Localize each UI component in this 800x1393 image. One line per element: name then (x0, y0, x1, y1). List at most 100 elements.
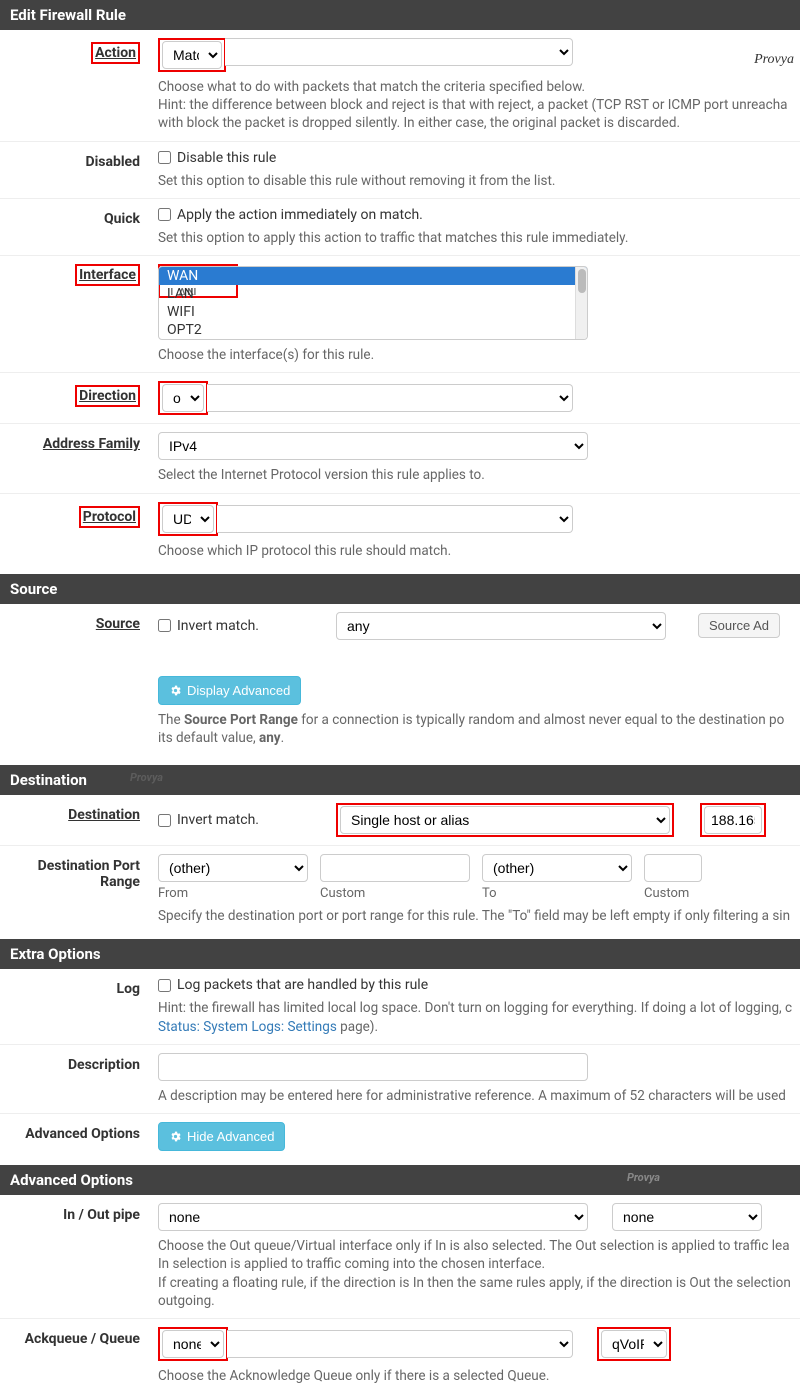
label-quick: Quick (104, 211, 140, 227)
dest-address-input[interactable] (704, 806, 762, 834)
label-ackqueue: Ackqueue / Queue (25, 1331, 140, 1347)
help-disabled: Set this option to disable this rule wit… (158, 172, 800, 190)
dest-to-custom-label: Custom (644, 886, 702, 901)
source-invert-checkbox[interactable] (158, 619, 171, 632)
help-interface: Choose the interface(s) for this rule. (158, 346, 800, 364)
help-dest-port: Specify the destination port or port ran… (158, 907, 800, 925)
row-interface: Interface WAN LAN WAN LAN WIFI OPT2 Choo… (0, 256, 800, 373)
label-destination: Destination (68, 807, 140, 823)
row-addrfam: Address Family IPv4 Select the Internet … (0, 424, 800, 493)
scrollbar[interactable] (575, 267, 587, 339)
label-dest-port: Destination Port Range (38, 858, 140, 890)
row-action: Action Match Choose what to do with pack… (0, 30, 800, 142)
row-destination: Destination Invert match. Single host or… (0, 795, 800, 846)
row-advopt: Advanced Options Hide Advanced (0, 1114, 800, 1165)
dest-from-custom-input[interactable] (320, 854, 470, 882)
gear-icon (169, 684, 182, 697)
help-log: Hint: the firewall has limited local log… (158, 999, 800, 1035)
interface-opt-opt2[interactable]: OPT2 (159, 321, 587, 339)
dest-to-custom-input[interactable] (644, 854, 702, 882)
dest-from-custom-label: Custom (320, 886, 470, 901)
addrfam-select[interactable]: IPv4 (158, 432, 588, 460)
row-log: Log Log packets that are handled by this… (0, 969, 800, 1044)
panel-header-destination: Destination Provya (0, 765, 800, 795)
help-action: Choose what to do with packets that matc… (158, 78, 800, 133)
panel-header-edit-rule: Edit Firewall Rule (0, 0, 800, 30)
label-action: Action (95, 45, 136, 61)
dest-to-select[interactable]: (other) (482, 854, 632, 882)
interface-opt-lan2[interactable]: LAN (159, 285, 587, 303)
quick-cb-label: Apply the action immediately on match. (177, 207, 423, 223)
help-ackqueue: Choose the Acknowledge Queue only if the… (158, 1367, 800, 1385)
hide-advanced-label: Hide Advanced (187, 1129, 274, 1144)
log-checkbox[interactable] (158, 979, 171, 992)
row-ackqueue: Ackqueue / Queue none qVoIP Choose the A… (0, 1319, 800, 1393)
syslog-link[interactable]: Status: System Logs: Settings (158, 1019, 337, 1035)
panel-header-source: Source (0, 574, 800, 604)
watermark-adv: Provya (627, 1171, 660, 1184)
disabled-cb-label: Disable this rule (177, 150, 276, 166)
dest-to-label: To (482, 886, 632, 901)
display-advanced-button[interactable]: Display Advanced (158, 676, 301, 705)
dest-type-select[interactable]: Single host or alias (340, 806, 670, 834)
label-protocol: Protocol (83, 509, 136, 525)
direction-select-ext[interactable] (207, 384, 573, 412)
label-pipe: In / Out pipe (63, 1207, 140, 1223)
row-direction: Direction out (0, 373, 800, 424)
quick-checkbox[interactable] (158, 208, 171, 221)
pipe-out-select[interactable]: none (612, 1203, 762, 1231)
dest-from-select[interactable]: (other) (158, 854, 308, 882)
ackqueue-select[interactable]: none (162, 1330, 224, 1358)
log-cb-label: Log packets that are handled by this rul… (177, 977, 428, 993)
source-title: Source (10, 580, 57, 598)
panel-title: Edit Firewall Rule (10, 6, 126, 24)
display-advanced-label: Display Advanced (187, 683, 290, 698)
ackqueue-select-ext[interactable] (227, 1330, 573, 1358)
hide-advanced-button[interactable]: Hide Advanced (158, 1122, 285, 1151)
dest-title: Destination (10, 771, 87, 789)
action-select[interactable]: Match (162, 41, 222, 69)
disabled-checkbox[interactable] (158, 151, 171, 164)
label-description: Description (68, 1057, 140, 1073)
interface-opt-wan2[interactable]: WAN (159, 267, 587, 285)
row-dest-port: Destination Port Range (other) From Cust… (0, 846, 800, 939)
help-quick: Set this option to apply this action to … (158, 229, 800, 247)
row-source: Source Invert match. any Source Ad Displ… (0, 604, 800, 765)
dest-invert-label: Invert match. (177, 812, 259, 828)
advanced-title: Advanced Options (10, 1171, 133, 1189)
help-protocol: Choose which IP protocol this rule shoul… (158, 542, 800, 560)
interface-multiselect[interactable]: WAN LAN WIFI OPT2 (158, 266, 588, 340)
interface-opt-wifi[interactable]: WIFI (159, 303, 587, 321)
queue-select[interactable]: qVoIP (601, 1330, 667, 1358)
extra-title: Extra Options (10, 945, 101, 963)
row-disabled: Disabled Disable this rule Set this opti… (0, 142, 800, 199)
gear-icon (169, 1130, 182, 1143)
dest-from-label: From (158, 886, 308, 901)
pipe-in-select[interactable]: none (158, 1203, 588, 1231)
dest-invert-checkbox[interactable] (158, 814, 171, 827)
direction-select[interactable]: out (162, 384, 204, 412)
panel-header-extra: Extra Options (0, 939, 800, 969)
label-disabled: Disabled (85, 154, 140, 170)
label-source: Source (96, 616, 140, 632)
source-type-select[interactable]: any (336, 612, 666, 640)
help-source: The Source Port Range for a connection i… (158, 711, 800, 747)
row-pipe: In / Out pipe none none Choose the Out q… (0, 1195, 800, 1319)
action-select-ext[interactable] (225, 38, 573, 66)
label-direction: Direction (79, 388, 136, 404)
help-pipe: Choose the Out queue/Virtual interface o… (158, 1237, 800, 1310)
label-log: Log (117, 981, 140, 997)
watermark: Provya (754, 52, 794, 68)
description-input[interactable] (158, 1053, 588, 1081)
protocol-select-ext[interactable] (217, 505, 573, 533)
row-description: Description A description may be entered… (0, 1045, 800, 1114)
source-invert-label: Invert match. (177, 618, 259, 634)
protocol-select[interactable]: UDP (162, 505, 214, 533)
label-advopt: Advanced Options (25, 1126, 140, 1142)
source-advanced-button[interactable]: Source Ad (698, 613, 780, 638)
panel-header-advanced: Advanced Options Provya (0, 1165, 800, 1195)
watermark-dest: Provya (130, 771, 163, 784)
row-quick: Quick Apply the action immediately on ma… (0, 199, 800, 256)
help-addrfam: Select the Internet Protocol version thi… (158, 466, 800, 484)
row-protocol: Protocol UDP Choose which IP protocol th… (0, 494, 800, 574)
